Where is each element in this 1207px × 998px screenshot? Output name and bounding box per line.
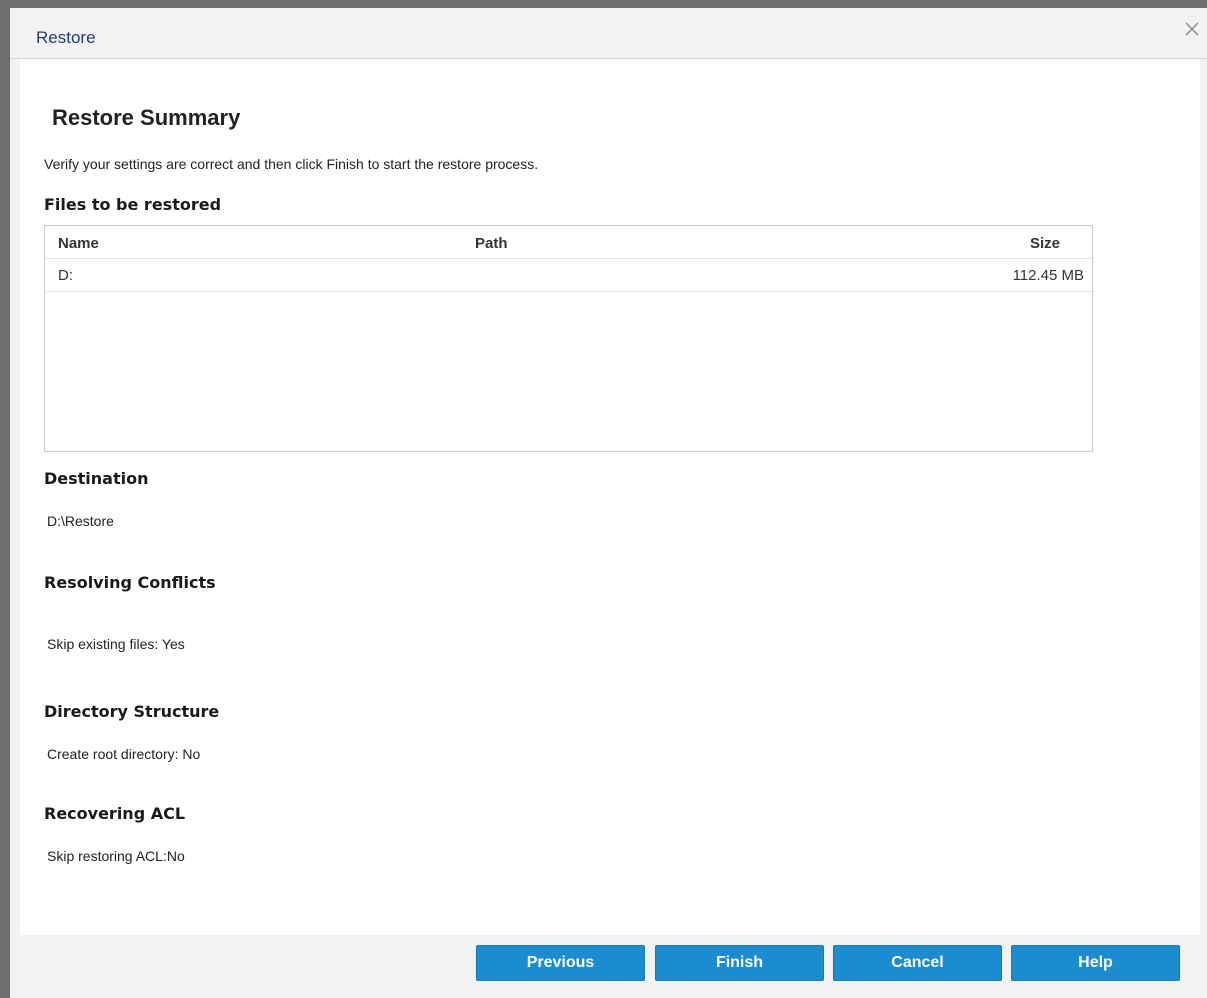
- cell-name: D:: [58, 267, 73, 284]
- button-bar: Previous Finish Cancel Help: [476, 945, 1181, 981]
- table-header: Name Path Size: [45, 226, 1092, 259]
- finish-button[interactable]: Finish: [655, 945, 824, 981]
- destination-heading: Destination: [44, 469, 149, 488]
- destination-value: D:\Restore: [47, 513, 114, 529]
- acl-value: Skip restoring ACL:No: [47, 848, 185, 864]
- restore-dialog: Restore Restore Summary Verify your sett…: [10, 8, 1207, 998]
- cancel-button[interactable]: Cancel: [833, 945, 1002, 981]
- conflicts-heading: Resolving Conflicts: [44, 573, 216, 592]
- directory-heading: Directory Structure: [44, 702, 220, 721]
- help-button[interactable]: Help: [1011, 945, 1180, 981]
- column-header-name[interactable]: Name: [58, 235, 99, 252]
- dialog-title: Restore: [36, 28, 96, 47]
- intro-text: Verify your settings are correct and the…: [44, 156, 539, 172]
- dialog-titlebar: Restore: [10, 8, 1207, 59]
- conflicts-value: Skip existing files: Yes: [47, 636, 185, 652]
- cell-size: 112.45 MB: [1012, 267, 1084, 284]
- table-row[interactable]: D: 112.45 MB: [45, 259, 1092, 292]
- files-heading: Files to be restored: [44, 195, 222, 214]
- previous-button[interactable]: Previous: [476, 945, 645, 981]
- files-table: Name Path Size D: 112.45 MB: [44, 225, 1093, 452]
- column-header-path[interactable]: Path: [475, 235, 508, 252]
- acl-heading: Recovering ACL: [44, 804, 186, 823]
- directory-value: Create root directory: No: [47, 746, 201, 762]
- close-icon[interactable]: [1183, 20, 1201, 38]
- column-header-size[interactable]: Size: [1030, 235, 1060, 252]
- page-title: Restore Summary: [52, 105, 241, 130]
- dialog-content: Restore Summary Verify your settings are…: [20, 59, 1200, 935]
